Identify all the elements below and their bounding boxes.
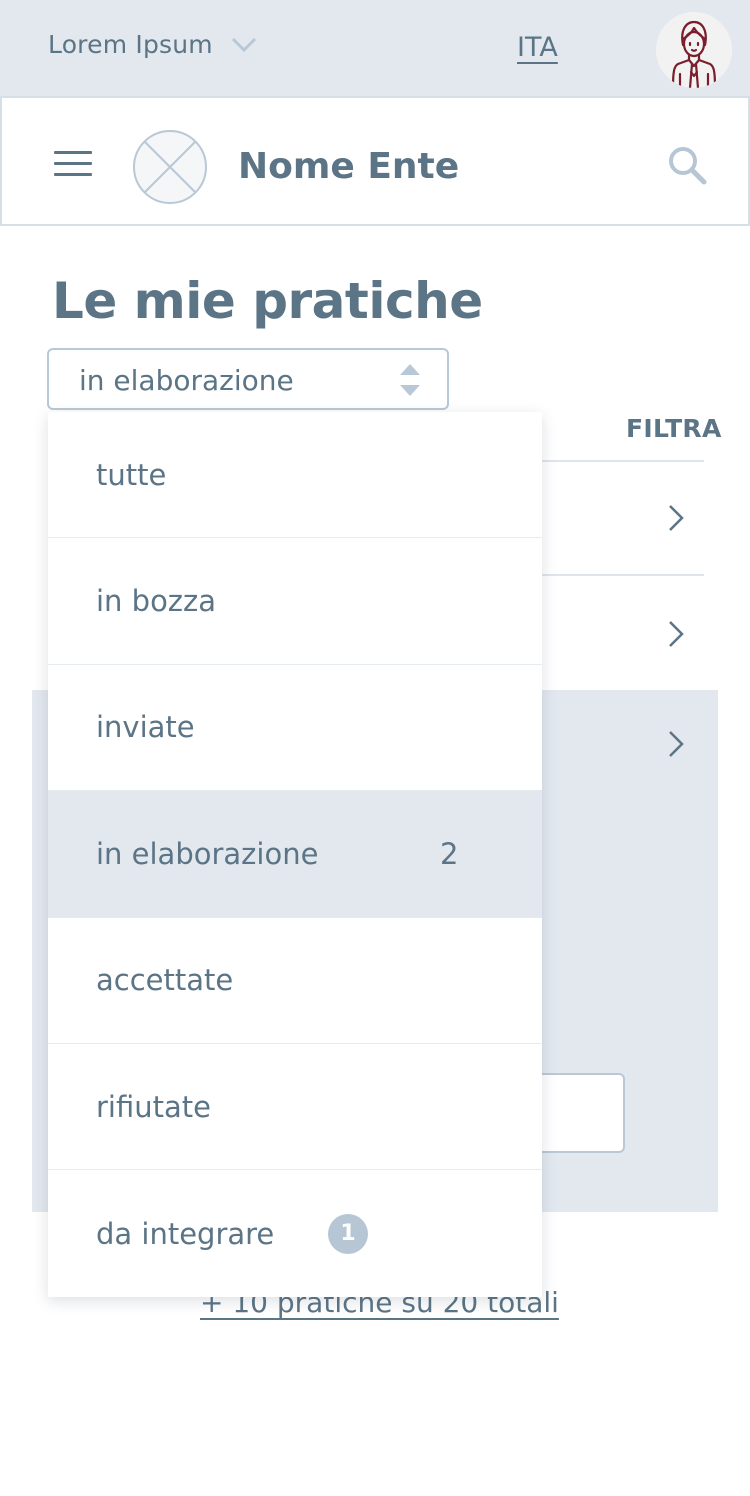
option-label: da integrare	[96, 1216, 275, 1251]
organization-name: Lorem Ipsum	[48, 30, 213, 59]
dropdown-option-rifiutate[interactable]: rifiutate	[48, 1044, 542, 1171]
notification-badge: 1	[328, 1213, 368, 1254]
brand-name[interactable]: Nome Ente	[238, 146, 459, 187]
option-label: in bozza	[96, 584, 217, 619]
select-arrows-icon	[399, 362, 421, 398]
option-label: rifiutate	[96, 1089, 211, 1124]
filter-button[interactable]: FILTRA	[626, 414, 722, 443]
dropdown-option-in-bozza[interactable]: in bozza	[48, 538, 542, 665]
site-header: Nome Ente	[0, 96, 750, 226]
hamburger-icon[interactable]	[54, 151, 92, 177]
chevron-right-icon[interactable]	[667, 729, 685, 759]
status-select-value: in elaborazione	[79, 364, 294, 397]
dropdown-option-tutte[interactable]: tutte	[48, 412, 542, 539]
option-label: accettate	[96, 963, 234, 998]
dropdown-option-accettate[interactable]: accettate	[48, 918, 542, 1044]
dropdown-option-inviate[interactable]: inviate	[48, 665, 542, 792]
status-select[interactable]: in elaborazione	[47, 348, 449, 410]
organization-selector[interactable]: Lorem Ipsum	[48, 30, 257, 59]
user-avatar-icon[interactable]	[656, 12, 732, 88]
dropdown-option-in-elaborazione[interactable]: in elaborazione 2	[48, 791, 542, 918]
search-icon[interactable]	[666, 144, 708, 186]
list-divider	[540, 460, 704, 462]
option-label: in elaborazione	[96, 836, 319, 871]
chevron-right-icon[interactable]	[667, 619, 685, 649]
page-title: Le mie pratiche	[52, 272, 483, 330]
list-divider	[540, 574, 704, 576]
top-bar: Lorem Ipsum ITA	[0, 0, 750, 96]
option-count: 2	[440, 836, 459, 871]
language-switch[interactable]: ITA	[517, 32, 558, 63]
chevron-right-icon[interactable]	[667, 503, 685, 533]
dropdown-option-da-integrare[interactable]: da integrare 1	[48, 1170, 542, 1296]
status-dropdown-menu: tutte in bozza inviate in elaborazione 2…	[48, 412, 542, 1297]
option-label: tutte	[96, 457, 167, 492]
option-label: inviate	[96, 710, 195, 745]
chevron-down-icon	[231, 37, 257, 53]
placeholder-logo-icon[interactable]	[132, 129, 208, 205]
